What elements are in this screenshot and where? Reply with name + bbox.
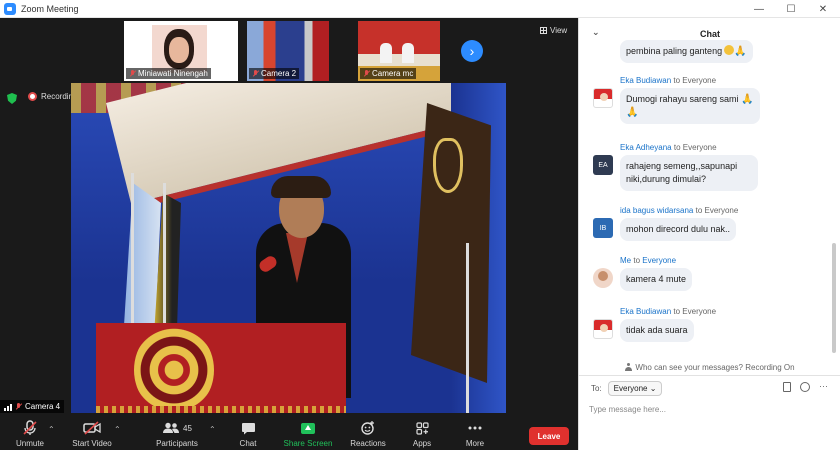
close-button[interactable]: ✕ [808, 0, 838, 18]
message-bubble[interactable]: Dumogi rahayu sareng sami 🙏 🙏 [620, 88, 760, 124]
security-shield-icon[interactable] [7, 93, 17, 104]
chat-panel: ⌄ Chat pembina paling ganteng 🙏 Eka Budia… [578, 18, 840, 450]
maximize-button[interactable]: ☐ [776, 0, 806, 18]
video-options-chevron-icon[interactable]: ⌃ [114, 425, 121, 434]
message-bubble[interactable]: rahajeng semeng,,sapunapi niki,durung di… [620, 155, 758, 191]
participants-options-chevron-icon[interactable]: ⌃ [209, 425, 216, 434]
person-icon [625, 363, 633, 371]
chat-bubble-icon [238, 420, 258, 436]
participant-thumbnail[interactable]: Camera 2 [247, 21, 329, 81]
recording-icon [28, 92, 37, 101]
message-bubble[interactable]: mohon direcord dulu nak.. [620, 218, 737, 241]
chat-message: Eka Budiawan to Everyone Dumogi rahayu s… [579, 76, 829, 124]
podium [96, 323, 346, 413]
reactions-icon [358, 420, 378, 436]
sender-name[interactable]: Eka Budiawan [620, 76, 671, 85]
participant-video [152, 25, 207, 73]
muted-mic-icon [363, 69, 370, 78]
participants-button[interactable]: 45 Participants [152, 413, 202, 450]
message-bubble[interactable]: tidak ada suara [620, 319, 694, 342]
more-button[interactable]: More [458, 413, 492, 450]
pray-emoji-icon: 🙏 [626, 107, 639, 118]
avatar [593, 268, 613, 288]
grid-view-icon [540, 27, 547, 34]
meeting-toolbar: Unmute ⌃ Start Video ⌃ 45 Participants ⌃… [0, 413, 578, 450]
mic-off-icon [20, 420, 40, 436]
recipient-dropdown[interactable]: Everyone ⌄ [607, 381, 663, 396]
active-speaker-video[interactable] [71, 83, 506, 413]
participant-name-label: Miniawati Ninengah [126, 68, 211, 79]
participant-thumbnail[interactable]: Miniawati Ninengah [124, 21, 238, 81]
participant-name-label: Camera mc [360, 68, 417, 79]
zoom-logo-icon [4, 2, 16, 15]
recipient-row: To: Everyone ⌄ [591, 381, 663, 396]
chevron-right-icon: › [469, 43, 475, 59]
minimize-button[interactable]: — [744, 0, 774, 18]
apps-button[interactable]: Apps [405, 413, 439, 450]
more-dots-icon[interactable]: ··· [819, 382, 828, 392]
meeting-area: Miniawati Ninengah Camera 2 Camera mc › … [0, 18, 578, 413]
participants-icon: 45 [159, 420, 195, 436]
chat-title: Chat [700, 29, 720, 39]
muted-mic-icon [252, 69, 259, 78]
reactions-button[interactable]: Reactions [348, 413, 388, 450]
grin-emoji-icon [724, 45, 735, 55]
muted-mic-icon [129, 69, 136, 78]
privacy-notice[interactable]: Who can see your messages? Recording On [579, 360, 840, 374]
more-dots-icon [465, 420, 485, 436]
avatar [593, 319, 613, 339]
sender-name[interactable]: Eka Adheyana [620, 143, 672, 152]
sender-name: Me [620, 256, 632, 265]
sender-name[interactable]: ida bagus widarsana [620, 206, 693, 215]
window-title: Zoom Meeting [21, 3, 79, 14]
message-bubble[interactable]: pembina paling ganteng 🙏 [620, 40, 753, 63]
emoji-icon[interactable] [800, 382, 810, 392]
title-bar: Zoom Meeting — ☐ ✕ [0, 0, 840, 18]
pray-emoji-icon: 🙏 [741, 94, 754, 105]
participant-name-label: Camera 2 [249, 68, 300, 79]
start-video-button[interactable]: Start Video [68, 413, 116, 450]
chat-scrollbar[interactable] [832, 243, 836, 353]
share-screen-icon [298, 420, 318, 436]
avatar [593, 88, 613, 108]
video-off-icon [82, 420, 102, 436]
signal-strength-icon [4, 403, 12, 411]
file-icon[interactable] [783, 382, 791, 392]
audio-options-chevron-icon[interactable]: ⌃ [48, 425, 55, 434]
chat-tools: ··· [783, 382, 828, 392]
chevron-down-icon[interactable]: ⌄ [592, 27, 600, 38]
divider [579, 375, 840, 376]
active-speaker-label: Camera 4 [0, 400, 65, 413]
avatar: EA [593, 155, 613, 175]
chat-message: Eka Budiawan to Everyone tidak ada suara [579, 307, 829, 342]
apps-icon [412, 420, 432, 436]
chat-button[interactable]: Chat [230, 413, 266, 450]
chat-message: Me to Everyone kamera 4 mute [579, 256, 829, 291]
participant-thumbnail[interactable]: Camera mc [358, 21, 440, 81]
sender-name[interactable]: Eka Budiawan [620, 307, 671, 316]
avatar: IB [593, 218, 613, 238]
chevron-down-icon: ⌄ [649, 384, 657, 393]
next-page-button[interactable]: › [461, 40, 483, 62]
share-screen-button[interactable]: Share Screen [282, 413, 334, 450]
muted-mic-icon [15, 402, 22, 411]
leave-button[interactable]: Leave [529, 427, 569, 445]
message-bubble[interactable]: kamera 4 mute [620, 268, 693, 291]
view-button[interactable]: View [540, 26, 567, 35]
unmute-button[interactable]: Unmute [10, 413, 50, 450]
message-input[interactable] [589, 401, 829, 417]
pray-emoji-icon: 🙏 [734, 46, 747, 57]
